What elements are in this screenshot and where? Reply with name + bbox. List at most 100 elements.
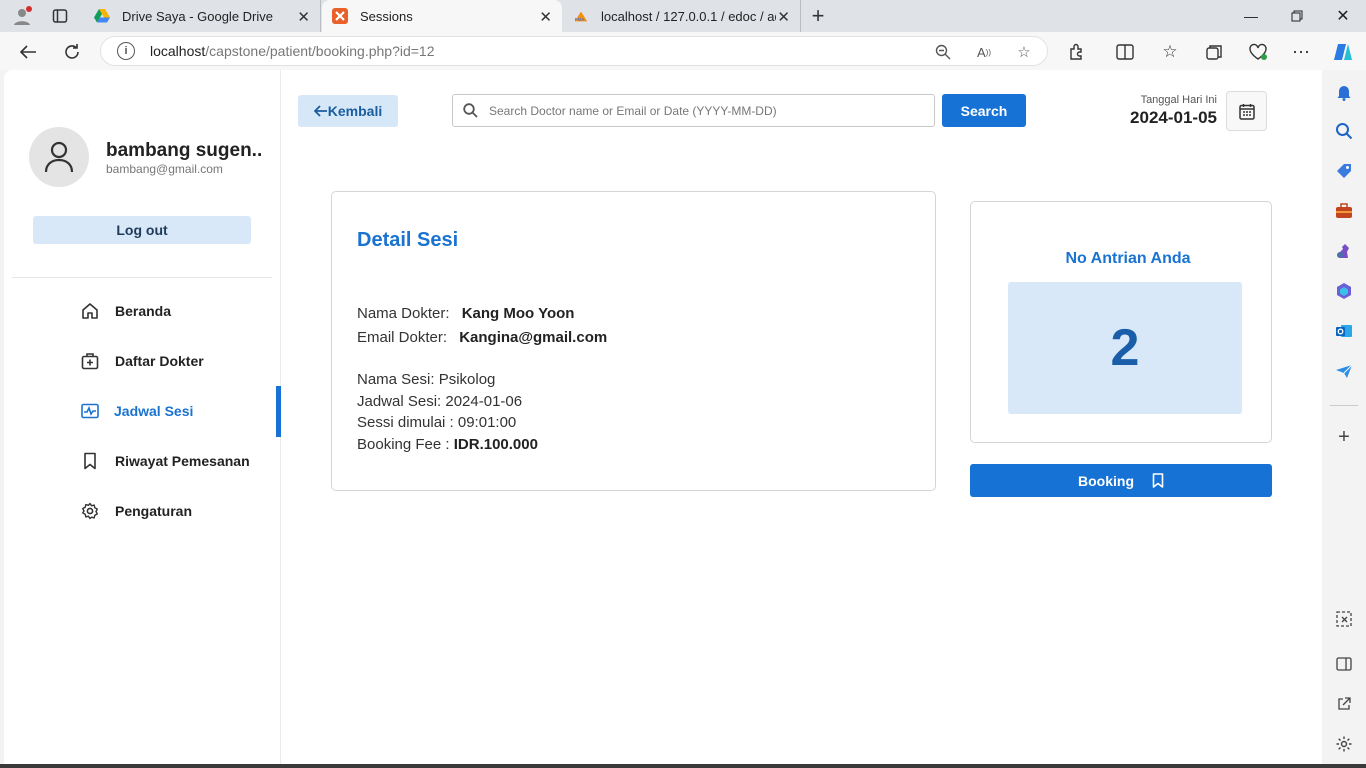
sidebar-settings-icon[interactable]: [1332, 732, 1356, 756]
back-arrow-icon[interactable]: [15, 39, 41, 65]
web-page: bambang sugen.. bambang@gmail.com Log ou…: [4, 70, 1322, 764]
session-detail-card: Detail Sesi Nama Dokter: Kang Moo Yoon E…: [331, 191, 936, 491]
calendar-button[interactable]: [1226, 91, 1267, 131]
tab-phpmyadmin[interactable]: PMA localhost / 127.0.0.1 / edoc / adm ✕: [563, 0, 801, 32]
microsoft-365-icon[interactable]: [1332, 279, 1356, 303]
session-start: Sessi dimulai : 09:01:00: [357, 414, 517, 431]
profile-icon[interactable]: [11, 5, 33, 27]
back-label: Kembali: [327, 103, 383, 119]
doctor-name: Kang Moo Yoon: [461, 305, 575, 322]
shopping-tag-icon[interactable]: [1332, 159, 1356, 183]
screenshot-icon[interactable]: [1332, 607, 1356, 631]
google-drive-icon: [94, 8, 110, 24]
doctor-name-label: Nama Dokter:: [357, 305, 450, 322]
back-arrow-icon: [313, 105, 327, 117]
close-tab-icon[interactable]: ✕: [297, 8, 310, 26]
minimize-icon[interactable]: —: [1228, 0, 1274, 32]
sidebar-item-riwayat-pemesanan[interactable]: Riwayat Pemesanan: [4, 436, 281, 486]
tools-briefcase-icon[interactable]: [1332, 199, 1356, 223]
collections-icon[interactable]: [1201, 39, 1227, 65]
open-external-icon[interactable]: [1332, 692, 1356, 716]
more-options-icon[interactable]: ⋯: [1288, 39, 1314, 65]
site-info-icon[interactable]: i: [117, 42, 135, 60]
tab-title: Drive Saya - Google Drive: [122, 8, 273, 24]
sidebar-divider: [12, 277, 272, 278]
restore-icon[interactable]: [1274, 0, 1320, 32]
zoom-icon[interactable]: [933, 42, 953, 62]
close-tab-icon[interactable]: ✕: [539, 8, 552, 26]
new-tab-icon[interactable]: +: [807, 3, 829, 28]
extensions-icon[interactable]: [1064, 39, 1090, 65]
app-sidebar: bambang sugen.. bambang@gmail.com Log ou…: [4, 70, 281, 764]
split-screen-icon[interactable]: [1112, 39, 1138, 65]
queue-card: No Antrian Anda 2: [970, 201, 1272, 443]
booking-fee-row: Booking Fee : IDR.100.000: [357, 436, 538, 453]
hide-sidebar-icon[interactable]: [1332, 652, 1356, 676]
favorites-icon[interactable]: ☆: [1157, 39, 1183, 65]
close-window-icon[interactable]: ✕: [1320, 0, 1366, 32]
sidebar-item-label: Daftar Dokter: [115, 353, 204, 369]
sidebar-item-daftar-dokter[interactable]: Daftar Dokter: [4, 336, 281, 386]
refresh-icon[interactable]: [59, 39, 85, 65]
tab-google-drive[interactable]: Drive Saya - Google Drive ✕: [84, 0, 321, 32]
svg-text:PMA: PMA: [575, 17, 586, 22]
sidebar-item-jadwal-sesi[interactable]: Jadwal Sesi: [4, 386, 281, 437]
active-indicator: [276, 386, 281, 437]
search-icon: [463, 103, 479, 119]
url-path: /capstone/patient/booking.php?id=12: [205, 43, 435, 59]
card-title: Detail Sesi: [357, 229, 459, 251]
favorite-star-icon[interactable]: ☆: [1014, 42, 1034, 62]
sidebar-item-label: Pengaturan: [115, 503, 193, 519]
browser-tab-bar: Drive Saya - Google Drive ✕ Sessions ✕ P…: [0, 0, 1366, 32]
avatar: [29, 127, 89, 187]
tab-sessions[interactable]: Sessions ✕: [322, 0, 562, 32]
search-button[interactable]: Search: [942, 94, 1026, 127]
sidebar-item-label: Riwayat Pemesanan: [115, 453, 250, 469]
calendar-icon: [1238, 103, 1255, 120]
bookmark-icon: [1152, 473, 1164, 488]
user-email: bambang@gmail.com: [106, 162, 223, 176]
date-value: 2024-01-05: [1130, 108, 1217, 127]
fee-value: IDR.100.000: [453, 436, 538, 453]
search-placeholder: Search Doctor name or Email or Date (YYY…: [489, 103, 777, 118]
address-toolbar: i localhost/capstone/patient/booking.php…: [0, 32, 1366, 70]
games-chess-icon[interactable]: [1332, 239, 1356, 263]
back-button[interactable]: Kembali: [298, 95, 398, 127]
copilot-icon[interactable]: [1330, 39, 1356, 65]
tab-title: Sessions: [360, 8, 413, 24]
sidebar-divider: [1330, 405, 1358, 406]
queue-number: 2: [1008, 282, 1242, 414]
browser-essentials-icon[interactable]: [1245, 39, 1271, 65]
address-bar[interactable]: i localhost/capstone/patient/booking.php…: [100, 36, 1048, 66]
edge-sidebar: +: [1322, 70, 1366, 768]
add-sidebar-item-icon[interactable]: +: [1332, 425, 1356, 449]
gear-icon: [80, 501, 100, 521]
url-host: localhost: [150, 43, 206, 59]
send-drop-icon[interactable]: [1332, 359, 1356, 383]
xampp-icon: [332, 8, 348, 24]
date-label: Tanggal Hari Ini: [1140, 94, 1217, 106]
doctor-email-label: Email Dokter:: [357, 329, 448, 346]
user-icon: [44, 141, 74, 173]
search-icon[interactable]: [1332, 119, 1356, 143]
taskbar-edge: [0, 764, 1366, 768]
sidebar-item-label: Beranda: [115, 303, 172, 319]
user-name: bambang sugen..: [106, 140, 263, 161]
read-aloud-icon[interactable]: A)): [974, 42, 994, 62]
url-text: localhost/capstone/patient/booking.php?i…: [150, 43, 435, 59]
tab-actions-icon[interactable]: [49, 5, 71, 27]
sidebar-item-beranda[interactable]: Beranda: [4, 286, 281, 336]
home-icon: [80, 301, 100, 321]
booking-label: Booking: [1078, 472, 1134, 489]
outlook-icon[interactable]: [1332, 319, 1356, 343]
session-name: Nama Sesi: Psikolog: [357, 371, 496, 388]
session-date: Jadwal Sesi: 2024-01-06: [357, 393, 523, 410]
logout-button[interactable]: Log out: [33, 216, 251, 244]
sidebar-item-pengaturan[interactable]: Pengaturan: [4, 486, 281, 536]
close-tab-icon[interactable]: ✕: [777, 8, 790, 26]
notification-bell-icon[interactable]: [1332, 80, 1356, 104]
doctor-email-row: Email Dokter: Kangina@gmail.com: [357, 329, 607, 346]
search-input[interactable]: Search Doctor name or Email or Date (YYY…: [452, 94, 935, 127]
bookmark-icon: [80, 451, 100, 471]
booking-button[interactable]: Booking: [970, 464, 1272, 497]
